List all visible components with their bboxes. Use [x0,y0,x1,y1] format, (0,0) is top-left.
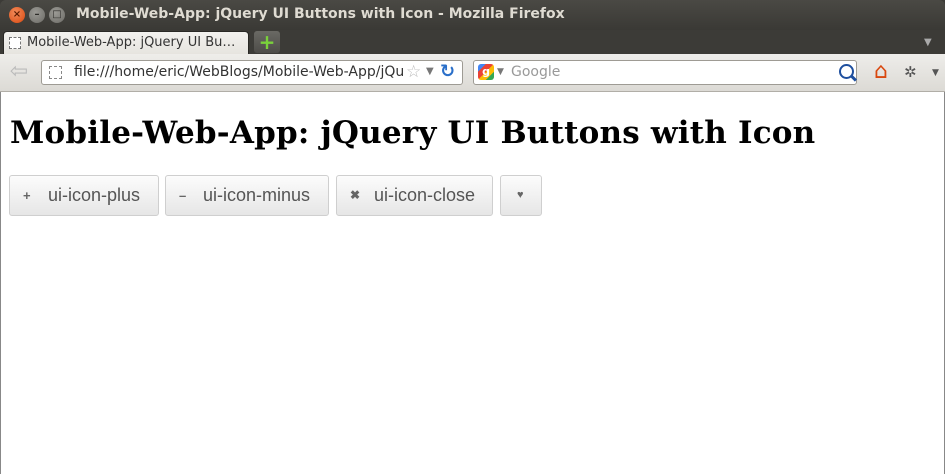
back-arrow-icon[interactable]: ⇦ [6,60,32,84]
bookmark-star-icon[interactable]: ☆ [406,62,421,82]
google-icon[interactable]: g [478,64,494,80]
heart-button[interactable]: ♥ [500,175,542,216]
new-tab-button[interactable]: + [254,31,280,53]
search-engine-chevron-icon[interactable]: ▼ [497,67,504,77]
heart-icon: ♥ [517,189,524,201]
url-text[interactable]: file:///home/eric/WebBlogs/Mobile-Web-Ap… [74,64,404,80]
tab-bar: Mobile-Web-App: jQuery UI Bu… [0,30,945,54]
reload-icon[interactable]: ↻ [440,61,455,82]
window-title-bar: × – □ Mobile-Web-App: jQuery UI Buttons … [0,0,945,30]
addon-chevron-icon[interactable]: ▼ [932,68,939,78]
window-maximize-button[interactable]: □ [49,7,65,23]
minus-button-label: ui-icon-minus [203,185,311,205]
home-icon[interactable]: ⌂ [868,60,894,84]
search-icon[interactable] [839,64,854,79]
page-title: Mobile-Web-App: jQuery UI Buttons with I… [10,115,816,151]
navigation-toolbar: ⇦ file:///home/eric/WebBlogs/Mobile-Web-… [0,54,945,92]
close-button-label: ui-icon-close [374,185,476,205]
addon-bug-icon[interactable]: ✲ [904,63,917,81]
minus-button[interactable]: – ui-icon-minus [165,175,329,216]
minus-icon: – [179,188,187,203]
window-title: Mobile-Web-App: jQuery UI Buttons with I… [76,6,565,22]
page-favicon-icon [9,37,21,49]
url-history-chevron-icon[interactable]: ▼ [426,66,434,77]
site-identity-icon[interactable] [49,66,62,79]
plus-button-label: ui-icon-plus [48,185,141,205]
search-bar[interactable]: g ▼ Google [473,60,857,85]
close-button[interactable]: ✖ ui-icon-close [336,175,493,216]
url-bar[interactable]: file:///home/eric/WebBlogs/Mobile-Web-Ap… [41,60,463,85]
tab-active[interactable]: Mobile-Web-App: jQuery UI Bu… [3,31,249,54]
search-input[interactable]: Google [511,64,560,80]
page-content: Mobile-Web-App: jQuery UI Buttons with I… [0,92,945,474]
window-minimize-button[interactable]: – [29,7,45,23]
window-close-button[interactable]: × [9,7,25,23]
tab-label: Mobile-Web-App: jQuery UI Bu… [27,35,236,50]
plus-button[interactable]: + ui-icon-plus [9,175,159,216]
close-icon: ✖ [350,188,361,202]
tab-list-chevron-icon[interactable]: ▼ [924,37,932,48]
plus-icon: + [23,188,31,203]
